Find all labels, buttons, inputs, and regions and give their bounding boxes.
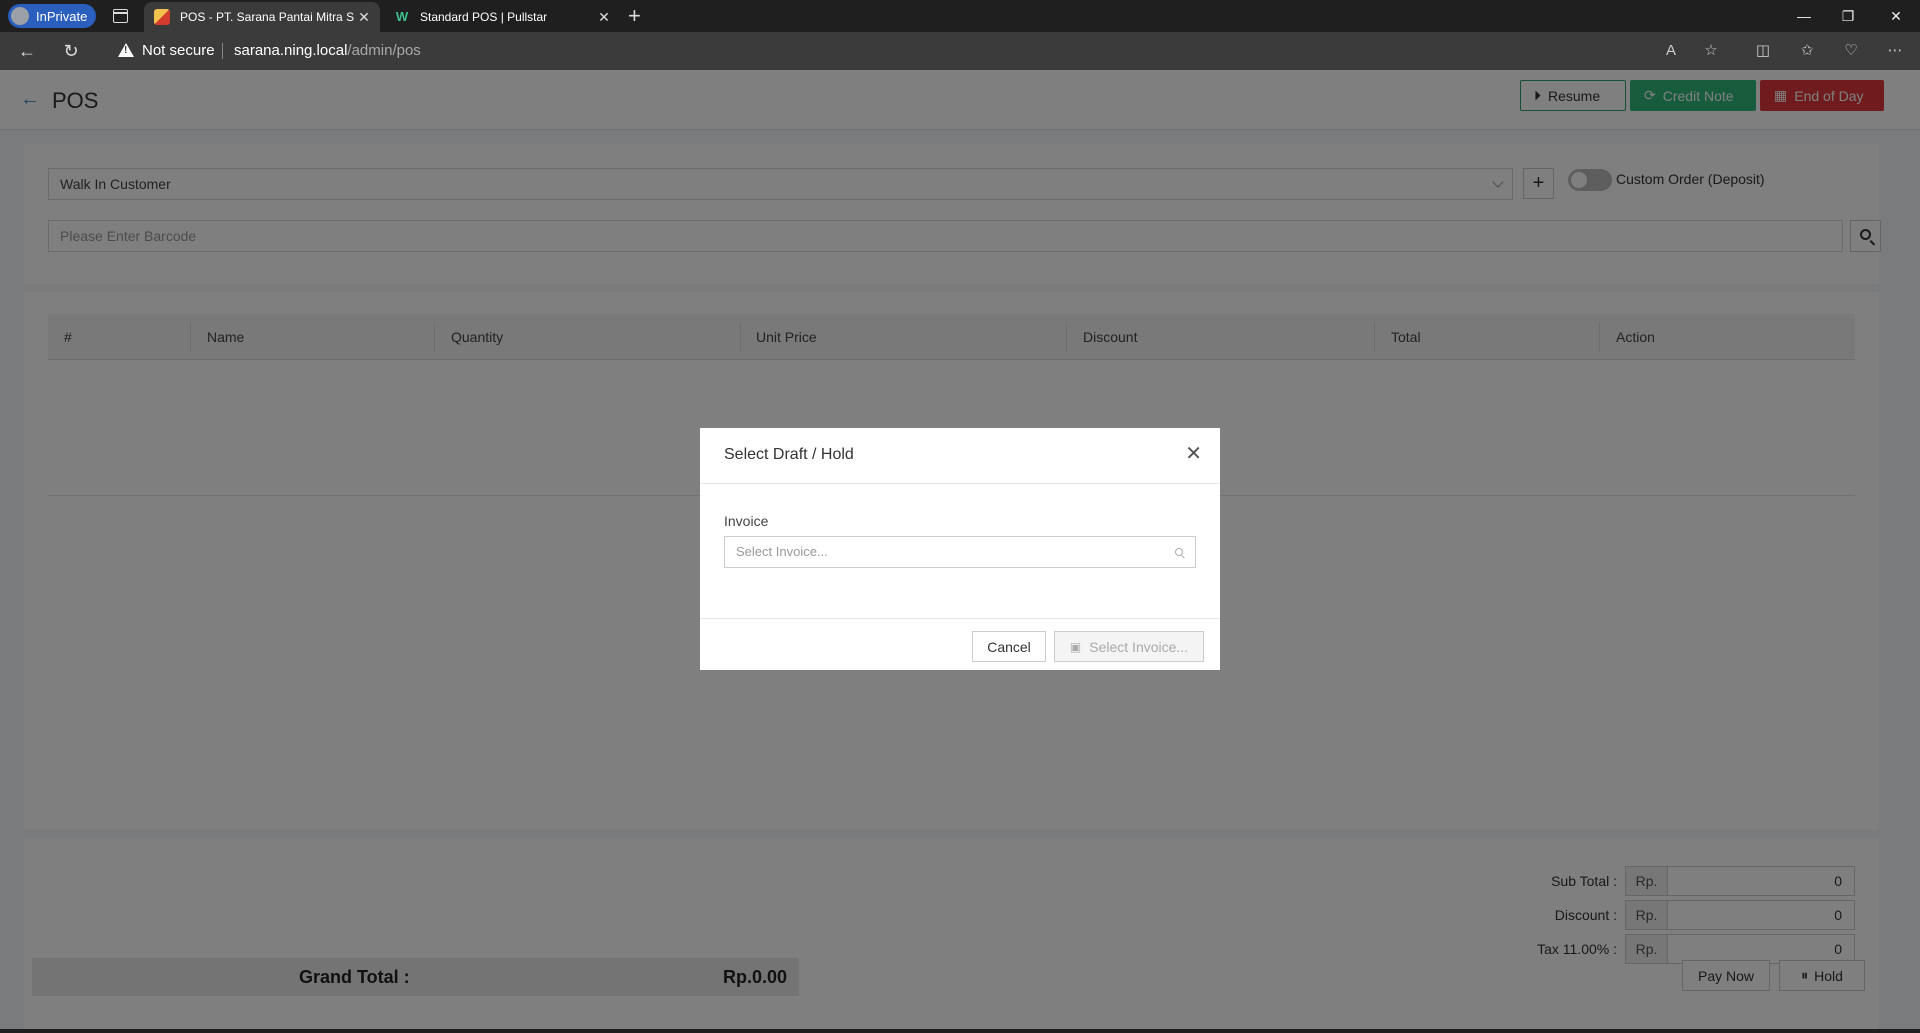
modal-footer: Cancel ▣ Select Invoice... bbox=[700, 618, 1220, 670]
security-label[interactable]: Not secure bbox=[142, 42, 215, 59]
tab-pos[interactable]: POS - PT. Sarana Pantai Mitra Se ✕ bbox=[144, 2, 380, 32]
refresh-icon[interactable]: ↻ bbox=[58, 39, 84, 63]
more-options-icon[interactable]: ⋯ bbox=[1884, 41, 1906, 61]
inprivate-badge[interactable]: InPrivate bbox=[8, 4, 96, 28]
save-icon: ▣ bbox=[1069, 639, 1082, 654]
modal-header: Select Draft / Hold ✕ bbox=[700, 428, 1220, 484]
favorites-icon[interactable]: ✩ bbox=[1796, 41, 1818, 61]
url-field[interactable]: sarana.ning.local/admin/pos bbox=[234, 42, 421, 59]
profile-avatar-icon bbox=[9, 5, 31, 27]
window-bottom-border bbox=[0, 1029, 1920, 1033]
invoice-select[interactable]: Select Invoice... bbox=[724, 536, 1196, 568]
modal-title: Select Draft / Hold bbox=[724, 446, 854, 463]
search-icon bbox=[1175, 548, 1183, 556]
address-separator bbox=[222, 43, 223, 59]
invoice-label: Invoice bbox=[724, 513, 769, 529]
tab-standard-pos[interactable]: W Standard POS | Pullstar ✕ bbox=[384, 2, 620, 32]
favorite-star-icon[interactable]: ☆ bbox=[1700, 41, 1722, 61]
warning-icon[interactable] bbox=[118, 43, 134, 57]
select-invoice-button[interactable]: ▣ Select Invoice... bbox=[1054, 631, 1204, 662]
browser-essentials-icon[interactable]: ♡ bbox=[1840, 41, 1862, 61]
close-window-icon[interactable]: ✕ bbox=[1874, 0, 1918, 32]
invoice-placeholder: Select Invoice... bbox=[736, 544, 828, 559]
pos-favicon-icon bbox=[154, 9, 170, 25]
address-bar: ← ↻ Not secure sarana.ning.local/admin/p… bbox=[0, 32, 1920, 70]
pullstar-favicon-icon: W bbox=[395, 9, 409, 24]
select-draft-modal: Select Draft / Hold ✕ Invoice Select Inv… bbox=[700, 428, 1220, 670]
inprivate-label: InPrivate bbox=[36, 8, 88, 24]
close-tab-icon[interactable]: ✕ bbox=[594, 9, 614, 26]
pos-page: ← POS ⏵ Resume ⟳ Credit Note ▦ End of Da… bbox=[0, 70, 1920, 1033]
minimize-icon[interactable]: — bbox=[1782, 0, 1826, 32]
close-icon[interactable]: ✕ bbox=[1185, 444, 1202, 464]
read-aloud-icon[interactable]: A bbox=[1660, 41, 1682, 61]
tab-actions-icon[interactable] bbox=[110, 6, 130, 26]
back-icon[interactable]: ← bbox=[14, 39, 40, 63]
tab-title: POS - PT. Sarana Pantai Mitra Se bbox=[180, 10, 354, 24]
new-tab-icon[interactable]: + bbox=[628, 4, 641, 28]
restore-icon[interactable]: ❐ bbox=[1826, 0, 1870, 32]
split-screen-icon[interactable]: ◫ bbox=[1752, 41, 1774, 61]
browser-tab-bar: InPrivate POS - PT. Sarana Pantai Mitra … bbox=[0, 0, 1920, 32]
close-tab-icon[interactable]: ✕ bbox=[354, 9, 374, 26]
tab-title: Standard POS | Pullstar bbox=[420, 10, 548, 24]
cancel-button[interactable]: Cancel bbox=[972, 631, 1046, 662]
